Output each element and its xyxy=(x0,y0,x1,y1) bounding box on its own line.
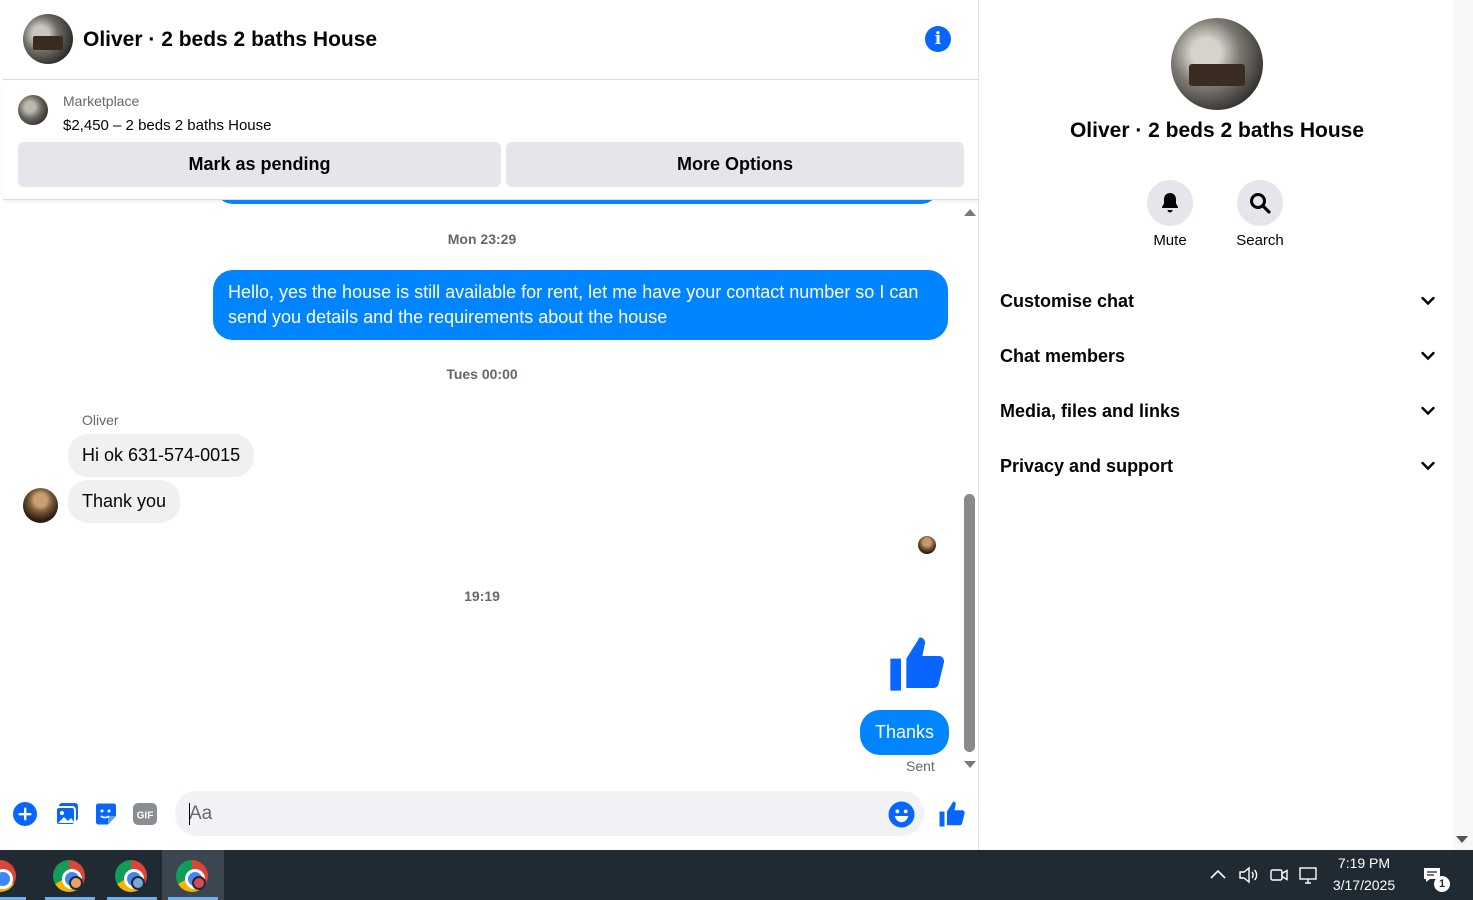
emoji-icon[interactable] xyxy=(888,801,915,828)
taskbar-clock-time[interactable]: 7:19 PM xyxy=(1324,855,1404,871)
search-icon xyxy=(1250,193,1271,214)
previous-message-bubble xyxy=(215,200,939,204)
message-list[interactable]: Mon 23:29 Hello, yes the house is still … xyxy=(3,200,961,780)
listing-title[interactable]: $2,450 – 2 beds 2 baths House xyxy=(63,117,272,134)
network-icon[interactable] xyxy=(1297,864,1319,886)
search-button[interactable] xyxy=(1237,180,1283,226)
scrollbar-thumb[interactable] xyxy=(964,494,975,752)
taskbar-app-browser[interactable] xyxy=(0,850,32,900)
outgoing-message[interactable]: Hello, yes the house is still available … xyxy=(213,270,948,340)
timestamp-divider: Tues 00:00 xyxy=(446,366,518,382)
search-label: Search xyxy=(1236,232,1284,249)
profile-badge xyxy=(192,876,206,890)
profile-avatar[interactable] xyxy=(1171,18,1263,110)
incoming-message[interactable]: Thank you xyxy=(68,480,181,523)
section-media-files-links[interactable]: Media, files and links xyxy=(1000,391,1440,431)
chat-column: Oliver · 2 beds 2 baths House i Marketpl… xyxy=(3,0,979,850)
photo-icon[interactable] xyxy=(54,801,80,827)
mute-label: Mute xyxy=(1153,232,1187,249)
timestamp-divider: 19:19 xyxy=(464,588,500,604)
page-scrollbar-track[interactable] xyxy=(1454,0,1473,850)
read-receipt-avatar xyxy=(918,536,936,554)
conversation-info-panel: Oliver · 2 beds 2 baths House Mute Searc… xyxy=(980,0,1454,850)
bell-icon xyxy=(1162,193,1178,213)
mute-button[interactable] xyxy=(1147,180,1193,226)
volume-icon[interactable] xyxy=(1237,864,1259,886)
message-scrollbar[interactable] xyxy=(961,200,979,775)
profile-badge xyxy=(69,876,83,890)
outgoing-message[interactable]: Thanks xyxy=(860,710,950,755)
page-scroll-down-arrow-icon[interactable] xyxy=(1456,836,1468,843)
taskbar-app-chrome-active[interactable] xyxy=(162,850,224,900)
marketplace-listing-bar: Marketplace $2,450 – 2 beds 2 baths Hous… xyxy=(3,80,979,200)
mark-as-pending-button[interactable]: Mark as pending xyxy=(18,142,501,187)
chevron-down-icon xyxy=(1421,351,1435,361)
sticker-icon[interactable] xyxy=(93,801,119,827)
message-input[interactable] xyxy=(175,791,924,836)
listing-thumbnail[interactable] xyxy=(18,95,48,125)
section-chat-members[interactable]: Chat members xyxy=(1000,336,1440,376)
windows-taskbar xyxy=(0,850,1473,900)
taskbar-app-chrome[interactable] xyxy=(101,850,163,900)
profile-title[interactable]: Oliver · 2 beds 2 baths House xyxy=(980,119,1454,143)
chevron-down-icon xyxy=(1421,296,1435,306)
chat-header: Oliver · 2 beds 2 baths House i xyxy=(3,0,979,80)
taskbar-clock-date[interactable]: 3/17/2025 xyxy=(1324,877,1404,893)
conversation-avatar[interactable] xyxy=(23,14,73,64)
chevron-down-icon xyxy=(1421,461,1435,471)
section-privacy-support[interactable]: Privacy and support xyxy=(1000,446,1440,486)
sender-avatar[interactable] xyxy=(23,488,58,523)
send-thumbs-up-icon[interactable] xyxy=(937,799,967,829)
plus-icon[interactable] xyxy=(12,801,38,827)
text-caret xyxy=(189,803,190,825)
profile-badge xyxy=(131,876,145,890)
thumbs-up-sticker-icon[interactable] xyxy=(885,632,949,696)
messenger-window: Oliver · 2 beds 2 baths House i Marketpl… xyxy=(0,0,1473,900)
svg-text:GIF: GIF xyxy=(137,811,154,822)
conversation-title[interactable]: Oliver · 2 beds 2 baths House xyxy=(83,28,377,52)
incoming-message[interactable]: Hi ok 631-574-0015 xyxy=(68,434,255,477)
message-composer: GIF xyxy=(3,780,979,850)
info-icon[interactable]: i xyxy=(925,26,951,52)
sender-name: Oliver xyxy=(82,412,119,428)
timestamp-divider: Mon 23:29 xyxy=(447,231,517,247)
gif-icon[interactable]: GIF xyxy=(132,801,158,827)
chevron-up-icon[interactable] xyxy=(1207,864,1229,886)
section-customise-chat[interactable]: Customise chat xyxy=(1000,281,1440,321)
message-status: Sent xyxy=(906,758,935,774)
more-options-button[interactable]: More Options xyxy=(506,142,964,187)
scroll-down-arrow-icon[interactable] xyxy=(964,761,976,768)
scroll-up-arrow-icon[interactable] xyxy=(964,209,976,216)
camera-icon[interactable] xyxy=(1268,864,1290,886)
marketplace-label: Marketplace xyxy=(63,93,140,109)
taskbar-app-chrome[interactable] xyxy=(39,850,101,900)
chevron-down-icon xyxy=(1421,406,1435,416)
notification-count-badge: 1 xyxy=(1434,876,1450,892)
chrome-icon xyxy=(0,860,16,892)
